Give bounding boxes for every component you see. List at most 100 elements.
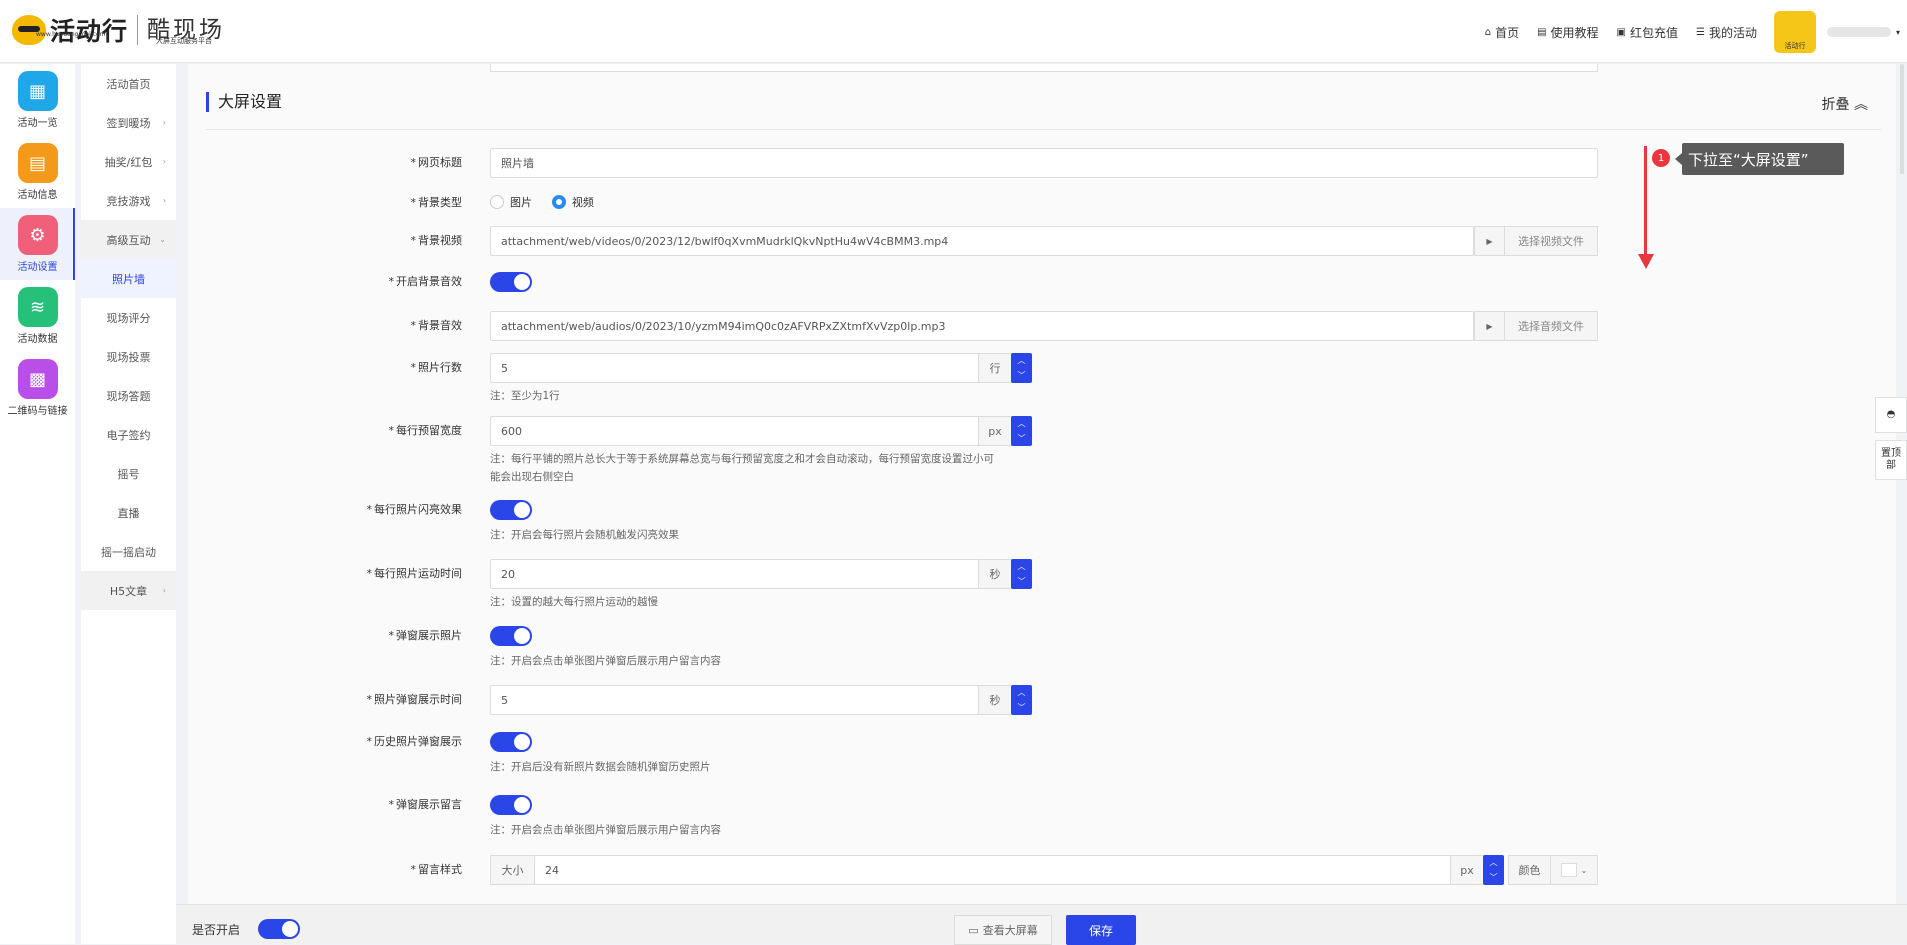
sub-item[interactable]: H5文章 › (81, 571, 176, 610)
stepper-arrows[interactable]: ︿ ﹀ (1011, 559, 1032, 589)
enable-toggle[interactable] (258, 919, 300, 939)
sub-label: 直播 (117, 506, 140, 520)
nav-home[interactable]: ⌂ 首页 (1485, 24, 1519, 41)
color-picker[interactable]: ⌄ (1550, 855, 1598, 885)
annotation-step-number: 1 (1652, 149, 1670, 167)
rail-item-data[interactable]: ≋ 活动数据 (0, 280, 75, 352)
popup-time-input[interactable]: 5 (490, 685, 979, 715)
field-label: * 背景视频 (410, 234, 463, 247)
sub-item[interactable]: 现场投票 (81, 337, 176, 376)
field-label: * 弹窗展示照片 (388, 629, 463, 642)
nav-recharge[interactable]: ▣ 红包充值 (1617, 24, 1678, 41)
chevron-down-icon[interactable]: ▾ (1896, 28, 1900, 37)
database-icon: ≋ (17, 287, 58, 327)
flash-toggle[interactable] (490, 500, 532, 520)
book-icon: ▤ (1537, 27, 1547, 38)
field-label: * 开启背景音效 (388, 275, 463, 288)
radio-circle-selected (551, 195, 566, 209)
fold-label: 折叠 (1821, 97, 1850, 113)
bg-audio-toggle[interactable] (490, 272, 532, 292)
save-button[interactable]: 保存 (1066, 915, 1136, 945)
sub-item[interactable]: 现场答题 (81, 376, 176, 415)
sub-menu: 活动首页 签到暖场 › 抽奖/红包 › 竞技游戏 › 高级互动 ⌄ 照片墙 现场评分 现… (81, 64, 176, 944)
play-icon[interactable]: ▶ (1474, 226, 1505, 256)
sub-item-photo-wall[interactable]: 照片墙 (81, 259, 176, 298)
stepper-arrows[interactable]: ︿ ﹀ (1483, 855, 1504, 885)
field-note: 注：至少为1行 (490, 390, 560, 402)
bg-audio-input[interactable]: attachment/web/audios/0/2023/10/yzmM94im… (490, 311, 1474, 341)
sub-item[interactable]: 活动首页 (81, 64, 176, 103)
rail-label: 活动设置 (17, 262, 58, 273)
history-toggle[interactable] (490, 732, 532, 752)
chevron-up-icon[interactable]: ︿ (1018, 561, 1026, 572)
bg-video-input[interactable]: attachment/web/videos/0/2023/12/bwlf0qXv… (490, 226, 1474, 256)
sub-label: 现场答题 (106, 389, 151, 403)
photo-rows-input[interactable]: 5 (490, 353, 979, 383)
content-panel: 大屏设置 折叠 ︽ * 网页标题 照片墙 * 背景类型 图片 视频 * 背景视频 at… (188, 64, 1896, 904)
sub-item[interactable]: 摇号 (81, 454, 176, 493)
chevron-up-icon[interactable]: ︿ (1018, 355, 1026, 366)
choose-video-button[interactable]: 选择视频文件 (1504, 226, 1598, 256)
sub-item[interactable]: 现场评分 (81, 298, 176, 337)
choose-audio-button[interactable]: 选择音频文件 (1504, 311, 1598, 341)
chevron-down-icon[interactable]: ﹀ (1018, 370, 1026, 381)
view-screen-button[interactable]: ▭ 查看大屏幕 (954, 915, 1052, 945)
qq-icon[interactable]: ◓ (1875, 397, 1907, 433)
note-line: 能会出现右侧空白 (490, 471, 574, 483)
rail-item-info[interactable]: ▤ 活动信息 (0, 136, 75, 208)
row-width-input[interactable]: 600 (490, 416, 979, 446)
rail-item-overview[interactable]: ▦ 活动一览 (0, 64, 75, 136)
home-icon: ⌂ (1484, 27, 1492, 38)
sub-item[interactable]: 签到暖场 › (81, 103, 176, 142)
sub-item[interactable]: 抽奖/红包 › (81, 142, 176, 181)
chevron-down-icon[interactable]: ﹀ (1018, 433, 1026, 444)
chevron-up-icon[interactable]: ︿ (1018, 418, 1026, 429)
stepper-arrows[interactable]: ︿ ﹀ (1011, 416, 1032, 446)
sub-label: 活动首页 (106, 77, 151, 91)
avatar[interactable]: 活动行 (1774, 11, 1816, 53)
chevron-up-icon[interactable]: ︿ (1018, 687, 1026, 698)
sub-item[interactable]: 摇一摇启动 (81, 532, 176, 571)
chevron-right-icon: › (162, 157, 166, 166)
scrollbar[interactable] (1900, 64, 1904, 174)
sub-label: 签到暖场 (106, 116, 151, 130)
unit-label: 行 (978, 353, 1012, 383)
stepper-arrows[interactable]: ︿ ﹀ (1011, 685, 1032, 715)
page-title-input[interactable]: 照片墙 (490, 148, 1598, 178)
radio-image[interactable]: 图片 (490, 194, 532, 210)
field-label: * 每行预留宽度 (388, 424, 463, 437)
sub-item[interactable]: 直播 (81, 493, 176, 532)
back-to-top-button[interactable]: 置顶部 (1875, 440, 1907, 480)
chevron-down-icon[interactable]: ﹀ (1018, 702, 1026, 713)
nav-my-events[interactable]: ☰ 我的活动 (1696, 24, 1757, 41)
nav-tutorial[interactable]: ▤ 使用教程 (1537, 24, 1598, 41)
grid-icon: ▦ (17, 71, 58, 111)
sub-item[interactable]: 电子签约 (81, 415, 176, 454)
logo-url: www.huodongcool.com (36, 31, 106, 38)
popup-msg-toggle[interactable] (490, 795, 532, 815)
chevron-down-icon[interactable]: ﹀ (1018, 576, 1026, 587)
chevron-up-icon[interactable]: ︿ (1490, 857, 1498, 868)
chevron-down-icon: ⌄ (1580, 865, 1588, 875)
stepper-arrows[interactable]: ︿ ﹀ (1011, 353, 1032, 383)
username-blurred[interactable] (1827, 27, 1891, 37)
row-popup-msg: * 弹窗展示留言 注：开启会点击单张图片弹窗后展示用户留言内容 (188, 795, 1828, 836)
rail-item-qrcode[interactable]: ▩ 二维码与链接 (0, 352, 75, 424)
sub-label: 现场评分 (106, 311, 151, 325)
move-time-input[interactable]: 20 (490, 559, 979, 589)
sub-item[interactable]: 竞技游戏 › (81, 181, 176, 220)
rail-label: 活动数据 (17, 334, 58, 345)
sub-item[interactable]: 高级互动 ⌄ (81, 220, 176, 259)
fold-button[interactable]: 折叠 ︽ (1822, 94, 1868, 114)
msg-size-input[interactable]: 24 (534, 855, 1451, 885)
radio-video[interactable]: 视频 (551, 194, 594, 210)
play-icon[interactable]: ▶ (1474, 311, 1505, 341)
field-label: * 照片弹窗展示时间 (366, 693, 463, 706)
annotation-callout: 下拉至“大屏设置” (1675, 143, 1844, 175)
field-label: * 每行照片运动时间 (366, 567, 463, 580)
top-nav: ⌂ 首页 ▤ 使用教程 ▣ 红包充值 ☰ 我的活动 (1485, 24, 1757, 41)
rail-item-settings[interactable]: ⚙ 活动设置 (0, 208, 75, 280)
avatar-text: 活动行 (1784, 42, 1806, 50)
popup-photo-toggle[interactable] (490, 626, 532, 646)
chevron-down-icon[interactable]: ﹀ (1490, 872, 1498, 883)
